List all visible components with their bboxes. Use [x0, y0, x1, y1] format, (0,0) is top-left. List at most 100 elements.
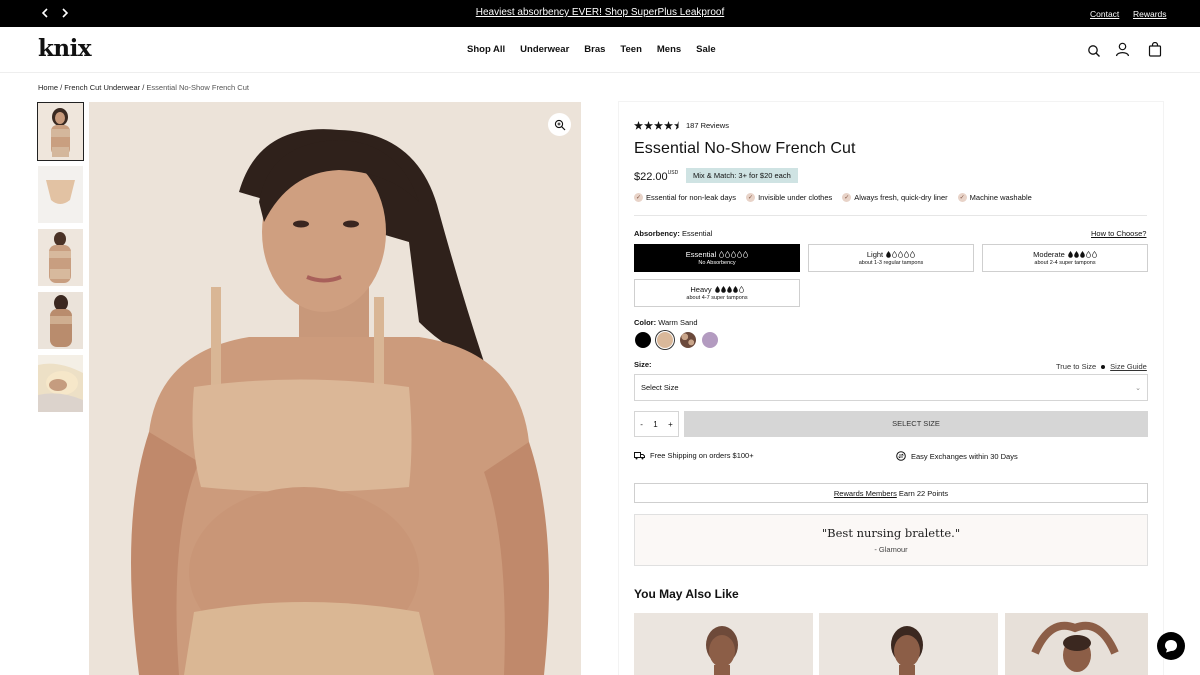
breadcrumb: Home / French Cut Underwear / Essential …	[38, 83, 249, 92]
gallery-thumbnail-5[interactable]	[38, 355, 83, 412]
gallery-thumbnail-4[interactable]	[38, 292, 83, 349]
breadcrumb-category[interactable]: French Cut Underwear	[64, 83, 140, 92]
breadcrumb-home[interactable]: Home	[38, 83, 58, 92]
absorbency-option-essential[interactable]: Essential No Absorbency	[634, 244, 800, 272]
knix-logo[interactable]: knix	[38, 35, 92, 62]
drop-icon	[1092, 251, 1097, 258]
recommended-product-1[interactable]	[634, 613, 813, 675]
absorbency-label-text: Absorbency:	[634, 229, 680, 238]
absorbency-option-light[interactable]: Light about 1-3 regular tampons	[808, 244, 974, 272]
qty-value[interactable]: 1	[653, 420, 657, 429]
drops-icon	[714, 286, 744, 293]
nav-bras[interactable]: Bras	[584, 44, 605, 55]
breadcrumb-current: Essential No-Show French Cut	[146, 83, 249, 92]
color-label: Color: Warm Sand	[634, 318, 698, 327]
nav-teen[interactable]: Teen	[620, 44, 641, 55]
press-quote: "Best nursing bralette." - Glamour	[634, 514, 1148, 566]
drops-icon	[886, 251, 915, 258]
size-select[interactable]: Select Size ⌄	[634, 374, 1148, 401]
swatch-lavender[interactable]	[702, 332, 718, 348]
main-product-image[interactable]	[89, 102, 581, 675]
option-name: Heavy	[690, 285, 712, 294]
feature-item: ✓ Essential for non-leak days	[634, 193, 736, 202]
absorbency-label: Absorbency: Essential	[634, 229, 712, 238]
feature-item: ✓ Always fresh, quick-dry liner	[842, 193, 948, 202]
promo-badge: Mix & Match: 3+ for $20 each	[686, 168, 798, 183]
reviews-count[interactable]: 187 Reviews	[686, 121, 729, 130]
bag-icon[interactable]	[1148, 41, 1164, 58]
drop-icon	[892, 251, 897, 258]
gallery-thumbnail-2[interactable]	[38, 166, 83, 223]
qty-minus-button[interactable]: -	[640, 420, 643, 429]
size-placeholder: Select Size	[641, 383, 679, 392]
swatch-warm-sand[interactable]	[657, 332, 673, 348]
announcement-bar: Heaviest absorbency EVER! Shop SuperPlus…	[0, 0, 1200, 27]
dot-icon	[1101, 364, 1106, 369]
exchange-text: Easy Exchanges within 30 Days	[911, 451, 1018, 461]
check-icon: ✓	[746, 193, 756, 202]
nav-sale[interactable]: Sale	[696, 44, 716, 55]
how-to-choose-link[interactable]: How to Choose?	[1091, 229, 1146, 238]
drop-icon	[719, 251, 725, 258]
color-label-text: Color:	[634, 318, 657, 327]
divider	[634, 215, 1147, 216]
price-currency: USD	[667, 170, 679, 176]
rewards-points-text: Earn 22 Points	[896, 489, 949, 498]
swatch-print[interactable]	[680, 332, 696, 348]
absorbency-option-heavy[interactable]: Heavy about 4-7 super tampons	[634, 279, 800, 307]
size-label: Size:	[634, 360, 652, 369]
true-to-size-text: True to Size	[1056, 362, 1097, 371]
drop-icon	[726, 286, 732, 293]
feature-label: Machine washable	[969, 193, 1032, 202]
select-size-button[interactable]: SELECT SIZE	[684, 411, 1148, 437]
nav-underwear[interactable]: Underwear	[520, 44, 569, 55]
announcement-link[interactable]: Heaviest absorbency EVER! Shop SuperPlus…	[476, 7, 724, 18]
recommended-product-3[interactable]	[1005, 613, 1148, 675]
feature-item: ✓ Invisible under clothes	[746, 193, 832, 202]
qty-plus-button[interactable]: +	[668, 420, 673, 429]
main-nav: Shop All Underwear Bras Teen Mens Sale	[467, 44, 716, 55]
quantity-stepper: - 1 +	[634, 411, 679, 437]
shipping-info: Free Shipping on orders $100+	[634, 451, 754, 460]
absorbency-option-moderate[interactable]: Moderate about 2-4 super tampons	[982, 244, 1148, 272]
rewards-members-link[interactable]: Rewards Members	[834, 489, 897, 498]
account-icon[interactable]	[1115, 42, 1131, 58]
search-icon[interactable]	[1087, 44, 1103, 60]
drop-icon	[898, 251, 903, 258]
recommended-product-2[interactable]	[819, 613, 998, 675]
drop-icon	[1086, 251, 1091, 258]
rating-stars[interactable]	[634, 121, 684, 130]
option-desc: about 1-3 regular tampons	[858, 260, 924, 266]
exchange-icon	[896, 451, 906, 461]
gallery-thumbnail-1[interactable]	[37, 102, 84, 161]
drop-icon	[1068, 251, 1073, 258]
feature-label: Always fresh, quick-dry liner	[854, 193, 948, 202]
contact-link[interactable]: Contact	[1090, 9, 1119, 19]
zoom-icon[interactable]	[548, 113, 571, 136]
gallery-thumbnail-3[interactable]	[38, 229, 83, 286]
site-header: knix Shop All Underwear Bras Teen Mens S…	[0, 27, 1200, 73]
absorbency-value: Essential	[681, 229, 713, 238]
option-desc: about 4-7 super tampons	[686, 295, 748, 301]
drop-icon	[731, 251, 737, 258]
quote-text: "Best nursing bralette."	[821, 526, 961, 540]
fit-indicator: True to Size Size Guide	[1056, 362, 1147, 371]
drop-icon	[732, 286, 738, 293]
check-icon: ✓	[957, 193, 967, 202]
truck-icon	[634, 451, 645, 459]
chat-icon[interactable]	[1157, 632, 1185, 660]
feature-list: ✓ Essential for non-leak days ✓ Invisible …	[634, 193, 1032, 202]
nav-mens[interactable]: Mens	[657, 44, 681, 55]
rewards-link[interactable]: Rewards	[1133, 9, 1167, 19]
feature-label: Essential for non-leak days	[646, 193, 737, 202]
chevron-down-icon: ⌄	[1135, 385, 1141, 392]
option-name: Moderate	[1033, 250, 1065, 259]
option-name: Light	[866, 250, 884, 259]
swatch-black[interactable]	[635, 332, 651, 348]
size-label-text: Size:	[634, 360, 652, 369]
nav-shop-all[interactable]: Shop All	[467, 44, 505, 55]
drop-icon	[886, 251, 891, 258]
rewards-banner: Rewards Members Earn 22 Points	[634, 483, 1148, 503]
drop-icon	[1080, 251, 1085, 258]
size-guide-link[interactable]: Size Guide	[1110, 362, 1147, 371]
